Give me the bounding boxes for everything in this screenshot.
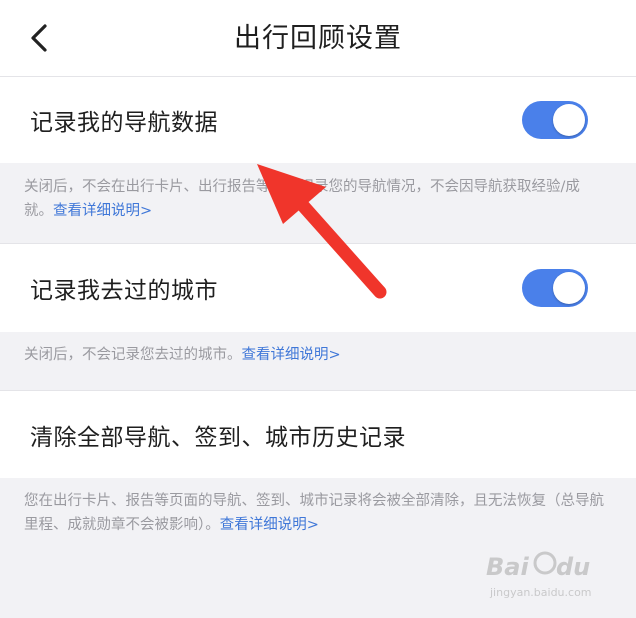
watermark-url: jingyan.baidu.com	[490, 586, 592, 599]
svg-text:Bai: Bai	[486, 553, 529, 581]
svg-text:du: du	[556, 553, 590, 581]
watermark-logo: Bai du	[486, 548, 616, 591]
baidu-watermark: Bai du jingyan.baidu.com	[486, 548, 616, 608]
annotation-arrow	[257, 164, 387, 299]
